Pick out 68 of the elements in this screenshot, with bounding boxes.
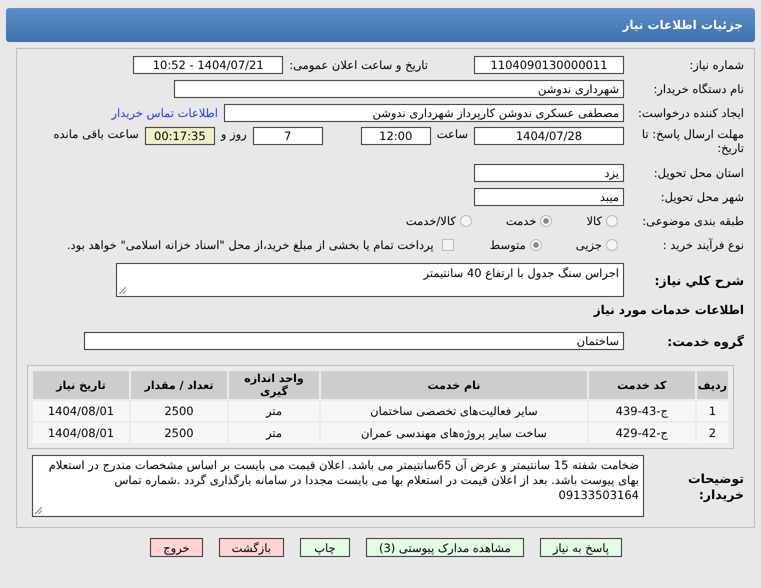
action-button[interactable]: پاسخ به نیاز bbox=[540, 538, 622, 557]
summary-textarea[interactable]: اجراس سنگ جدول با ارتفاع 40 سانتیمتر bbox=[116, 263, 624, 297]
column-header: واحد اندازه گیری bbox=[229, 371, 319, 399]
radio-label: کالا/خدمت bbox=[406, 214, 456, 228]
table-cell: متر bbox=[229, 423, 319, 443]
table-cell: 1404/08/01 bbox=[33, 423, 129, 443]
days-field[interactable]: 7 bbox=[252, 127, 323, 145]
checkbox[interactable] bbox=[442, 239, 454, 251]
radio-button[interactable] bbox=[606, 239, 618, 251]
field-label: مهلت ارسال پاسخ: تا تاریخ: bbox=[640, 127, 744, 155]
page-title: جزئیات اطلاعات نیاز bbox=[622, 18, 743, 32]
remaining-label: ساعت باقی مانده bbox=[54, 127, 139, 141]
field-label: توضیحات خریدار: bbox=[687, 471, 744, 503]
field-label: استان محل تحویل: bbox=[652, 166, 744, 180]
field-label: نوع فرآیند خرید : bbox=[662, 238, 744, 252]
need-number-field[interactable]: 1104090130000011 bbox=[474, 56, 624, 74]
table-cell: ساخت سایر پروژه‌های مهندسی عمران bbox=[321, 423, 587, 443]
field-label: شرح کلي نياز: bbox=[654, 272, 744, 288]
radio-label: متوسط bbox=[490, 238, 526, 252]
radio-button[interactable] bbox=[530, 239, 542, 251]
column-header: نام خدمت bbox=[321, 371, 587, 399]
field-label: شماره نیاز: bbox=[688, 58, 744, 72]
column-header: تعداد / مقدار bbox=[131, 371, 227, 399]
table-cell: 2 bbox=[696, 423, 728, 443]
column-header: تاریخ نیاز bbox=[33, 371, 129, 399]
radio-label: خدمت bbox=[506, 214, 536, 228]
deadline-date-field[interactable]: 1404/07/28 bbox=[474, 127, 624, 145]
days-label: روز و bbox=[220, 127, 247, 141]
table-cell: ج-42-429 bbox=[588, 423, 695, 443]
resize-grip-icon bbox=[35, 507, 42, 514]
table-cell: 1404/08/01 bbox=[33, 401, 129, 421]
field-label: شهر محل تحویل: bbox=[660, 190, 744, 204]
field-label: ایجاد کننده درخواست: bbox=[637, 106, 744, 120]
announce-date-field[interactable]: 1404/07/21 - 10:52 bbox=[133, 56, 284, 74]
section-title: اطلاعات خدمات مورد نیاز bbox=[592, 303, 744, 317]
remaining-time-field: 00:17:35 bbox=[144, 127, 215, 145]
deadline-time-field[interactable]: 12:00 bbox=[360, 127, 431, 145]
table-cell: سایر فعالیت‌های تخصصی ساختمان bbox=[321, 401, 587, 421]
radio-button[interactable] bbox=[540, 215, 552, 227]
city-field[interactable]: میبد bbox=[474, 188, 624, 206]
field-label: تاریخ و ساعت اعلان عمومی: bbox=[289, 58, 428, 72]
table-cell: متر bbox=[229, 401, 319, 421]
radio-label: کالا bbox=[586, 214, 602, 228]
requester-field[interactable]: مصطفی عسکری ندوشن کارپرداز شهرداری ندوشن bbox=[224, 104, 624, 122]
resize-grip-icon bbox=[119, 287, 126, 294]
action-button[interactable]: مشاهده مدارک پیوستی (3) bbox=[366, 538, 524, 557]
checkbox-label: پرداخت تمام یا بخشی از مبلغ خرید،از محل "اسناد خزانه اسلامی" خواهد بود. bbox=[66, 238, 434, 252]
column-header: ردیف bbox=[696, 371, 728, 399]
table-cell: ج-43-439 bbox=[588, 401, 695, 421]
field-label: گروه خدمت: bbox=[666, 334, 744, 348]
action-button[interactable]: چاپ bbox=[300, 538, 350, 557]
radio-label: جزیی bbox=[576, 238, 602, 252]
radio-button[interactable] bbox=[460, 215, 472, 227]
action-button[interactable]: بازگشت bbox=[218, 538, 284, 557]
action-button[interactable]: خروج bbox=[150, 538, 203, 557]
table-cell: 1 bbox=[696, 401, 728, 421]
radio-button[interactable] bbox=[606, 215, 618, 227]
service-group-field[interactable]: ساختمان bbox=[84, 332, 624, 350]
field-label: نام دستگاه خریدار: bbox=[652, 82, 744, 96]
province-field[interactable]: یزد bbox=[474, 164, 624, 182]
column-header: کد خدمت bbox=[588, 371, 695, 399]
notes-textarea[interactable]: ضخامت شفته 15 سانتیمتر و عرض آن 65سانتیمتر می باشد. اعلان قیمت می بایست بر اساس مشخصات مندرج در استعلام بهای پیوست باشد. بعد از اعلان قیمت در استعلام بها می بایست مجددا در سامانه بارگذاری گردد .شماره تماس 09133503164 bbox=[32, 455, 644, 517]
table-cell: 2500 bbox=[131, 423, 227, 443]
table-cell: 2500 bbox=[131, 401, 227, 421]
buyer-org-field[interactable]: شهرداری ندوشن bbox=[174, 80, 624, 98]
field-label: طبقه بندی موضوعی: bbox=[641, 214, 744, 228]
contact-link[interactable]: اطلاعات تماس خریدار bbox=[111, 106, 218, 120]
time-label: ساعت bbox=[436, 127, 468, 141]
